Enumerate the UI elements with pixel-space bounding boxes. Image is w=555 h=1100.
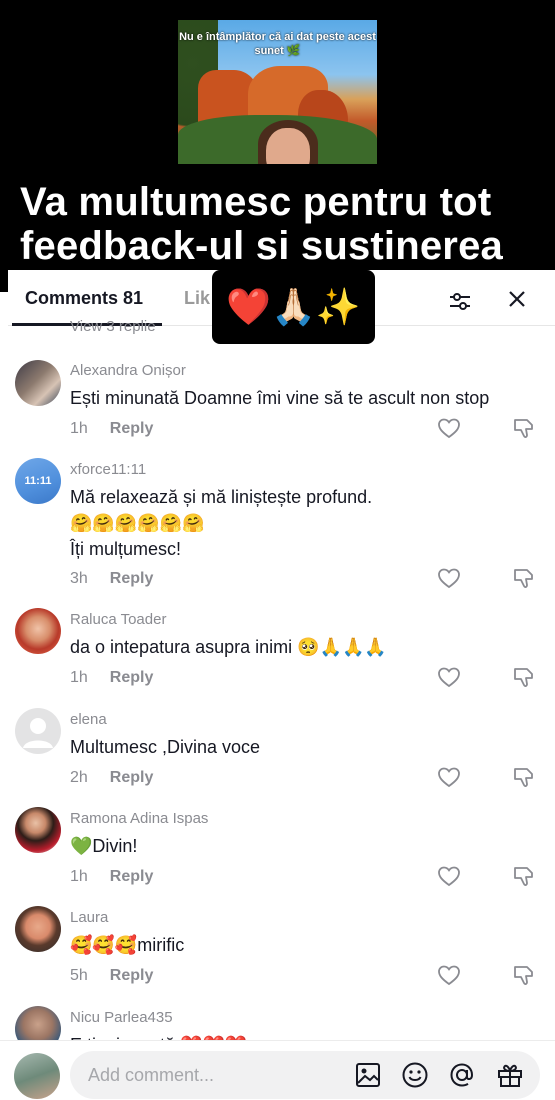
comment-time: 1h — [70, 868, 88, 885]
thumbs-down-icon[interactable] — [512, 665, 536, 689]
reply-button[interactable]: Reply — [110, 570, 154, 587]
comment-text: da o intepatura asupra inimi 🥺🙏🙏🙏 — [70, 637, 387, 657]
comment-username[interactable]: Raluca Toader — [70, 611, 166, 628]
comment-username[interactable]: Laura — [70, 909, 108, 926]
avatar[interactable] — [15, 807, 61, 853]
thumbs-down-icon[interactable] — [512, 864, 536, 888]
reply-button[interactable]: Reply — [110, 967, 154, 984]
comment-username[interactable]: Alexandra Onișor — [70, 362, 186, 379]
comment-time: 1h — [70, 669, 88, 686]
emoji-sticker: ❤️🙏🏻✨ — [212, 270, 375, 344]
comment-meta: 5h Reply — [70, 967, 153, 985]
heart-outline-icon[interactable] — [437, 417, 461, 439]
avatar-label: 11:11 — [24, 475, 52, 487]
avatar[interactable]: 11:11 — [15, 458, 61, 504]
emoji-icon[interactable] — [401, 1061, 429, 1089]
heart-outline-icon[interactable] — [437, 766, 461, 788]
add-comment-bar — [0, 1040, 555, 1100]
avatar[interactable] — [15, 608, 61, 654]
comment-meta: 2h Reply — [70, 769, 153, 787]
view-replies-link[interactable]: View 3 replie — [70, 318, 156, 335]
comment-meta: 1h Reply — [70, 420, 153, 438]
comment-username[interactable]: xforce11:11 — [70, 461, 146, 478]
tab-likes[interactable]: Lik — [184, 288, 210, 309]
reply-button[interactable]: Reply — [110, 769, 154, 786]
reply-button[interactable]: Reply — [110, 420, 154, 437]
avatar[interactable] — [15, 360, 61, 406]
comment-username[interactable]: Nicu Parlea435 — [70, 1009, 173, 1026]
my-avatar[interactable] — [14, 1053, 60, 1099]
heart-outline-icon[interactable] — [437, 964, 461, 986]
comment-text: Mă relaxează și mă liniștește profund. — [70, 487, 373, 507]
heart-outline-icon[interactable] — [437, 567, 461, 589]
heart-outline-icon[interactable] — [437, 865, 461, 887]
at-icon[interactable] — [448, 1061, 476, 1089]
image-icon[interactable] — [354, 1061, 382, 1089]
comment-time: 1h — [70, 420, 88, 437]
video-overlay-text: Va multumesc pentru tot feedback-ul si s… — [20, 180, 555, 268]
comment-meta: 3h Reply — [70, 570, 153, 588]
comment-time: 3h — [70, 570, 88, 587]
gift-icon[interactable] — [496, 1061, 524, 1089]
comment-text-emojis: 🤗🤗🤗🤗🤗🤗 — [70, 513, 205, 533]
close-icon[interactable] — [506, 288, 528, 310]
thumbs-down-icon[interactable] — [512, 566, 536, 590]
comment-username[interactable]: elena — [70, 711, 107, 728]
avatar[interactable] — [15, 1006, 61, 1040]
thumbs-down-icon[interactable] — [512, 963, 536, 987]
heart-outline-icon[interactable] — [437, 666, 461, 688]
comment-text: E ti minunată ❤️❤️❤️ — [70, 1032, 540, 1040]
reply-button[interactable]: Reply — [110, 868, 154, 885]
comment-time: 5h — [70, 967, 88, 984]
comment-text: 💚Divin! — [70, 836, 138, 856]
overlay-line-1: Va multumesc pentru tot — [20, 180, 492, 224]
avatar[interactable] — [15, 906, 61, 952]
comment-meta: 1h Reply — [70, 669, 153, 687]
comment-text: Multumesc ,Divina voce — [70, 737, 261, 757]
reply-button[interactable]: Reply — [110, 669, 154, 686]
comment-username[interactable]: Ramona Adina Ispas — [70, 810, 208, 827]
add-comment-input[interactable] — [88, 1051, 338, 1099]
comment-text: 🥰🥰🥰mirific — [70, 935, 185, 955]
video-caption: Nu e întâmplător că ai dat peste acest s… — [179, 31, 376, 57]
thumbs-down-icon[interactable] — [512, 765, 536, 789]
comments-screen: Nu e întâmplător că ai dat peste acest s… — [0, 0, 555, 1100]
comment-text-line3: Îți mulțumesc! — [70, 539, 182, 559]
tab-comments[interactable]: Comments 81 — [25, 288, 143, 309]
default-avatar-icon — [23, 718, 53, 748]
comment-item: Nicu Parlea435 E ti minunată ❤️❤️❤️ — [0, 1006, 555, 1040]
comment-time: 2h — [70, 769, 88, 786]
thumbs-down-icon[interactable] — [512, 416, 536, 440]
filter-icon[interactable] — [448, 290, 472, 312]
comment-meta: 1h Reply — [70, 868, 153, 886]
overlay-line-2: feedback-ul si sustinerea — [20, 224, 503, 268]
comment-input-container — [70, 1051, 540, 1099]
comment-text: Ești minunată Doamne îmi vine să te ascu… — [70, 388, 490, 408]
avatar[interactable] — [15, 708, 61, 754]
